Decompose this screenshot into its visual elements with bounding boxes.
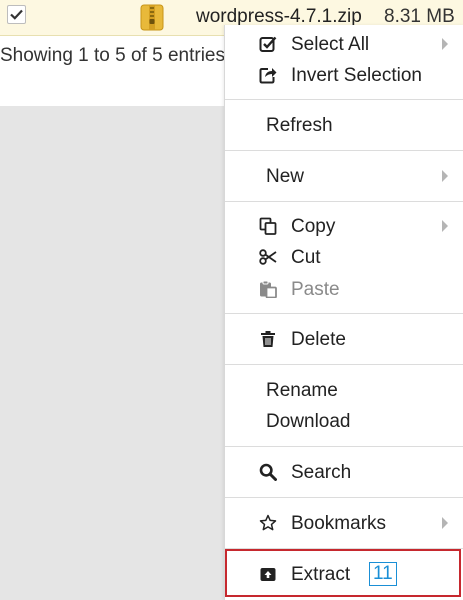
menu-item-delete[interactable]: Delete — [225, 324, 463, 355]
chevron-right-icon — [442, 220, 448, 232]
menu-divider — [225, 201, 463, 202]
menu-label: New — [266, 165, 305, 187]
menu-divider — [225, 364, 463, 365]
zip-file-icon — [140, 4, 164, 36]
menu-item-refresh[interactable]: Refresh — [225, 110, 463, 141]
checkmark-icon — [10, 9, 23, 20]
star-icon — [259, 514, 277, 532]
archive-icon — [259, 565, 277, 583]
menu-label: Download — [266, 410, 351, 432]
chevron-right-icon — [442, 38, 448, 50]
menu-item-select-all[interactable]: Select All — [225, 29, 463, 60]
menu-item-rename[interactable]: Rename — [225, 375, 463, 406]
menu-label: Rename — [266, 379, 338, 401]
check-square-icon — [259, 35, 277, 53]
menu-item-new[interactable]: New — [225, 161, 463, 192]
menu-item-extract[interactable]: Extract 11 — [225, 559, 463, 590]
menu-divider — [225, 150, 463, 151]
menu-divider — [225, 313, 463, 314]
menu-item-paste[interactable]: Paste — [225, 274, 463, 305]
menu-label: Delete — [291, 328, 346, 350]
menu-label: Bookmarks — [291, 512, 387, 534]
menu-label: Cut — [291, 246, 321, 268]
menu-label: Invert Selection — [291, 64, 422, 86]
search-icon — [259, 463, 277, 481]
menu-label: Refresh — [266, 114, 333, 136]
row-checkbox[interactable] — [7, 5, 26, 24]
share-square-icon — [259, 66, 277, 84]
scissors-icon — [259, 248, 277, 266]
menu-label: Select All — [291, 33, 370, 55]
trash-icon — [259, 330, 277, 348]
menu-divider — [225, 99, 463, 100]
context-menu: Select All Invert Selection Refresh New … — [224, 25, 463, 600]
menu-divider — [225, 497, 463, 498]
menu-label: Search — [291, 461, 352, 483]
menu-label: Extract — [291, 563, 351, 585]
copy-icon — [259, 217, 277, 235]
extract-step-badge: 11 — [369, 562, 397, 586]
paste-icon — [259, 280, 277, 298]
menu-item-invert-selection[interactable]: Invert Selection — [225, 60, 463, 91]
menu-item-cut[interactable]: Cut — [225, 242, 463, 273]
chevron-right-icon — [442, 170, 448, 182]
menu-item-search[interactable]: Search — [225, 457, 463, 488]
menu-item-download[interactable]: Download — [225, 406, 463, 437]
table-info-text: Showing 1 to 5 of 5 entries — [0, 45, 225, 66]
menu-item-bookmarks[interactable]: Bookmarks — [225, 508, 463, 539]
menu-item-copy[interactable]: Copy — [225, 211, 463, 242]
menu-label: Copy — [291, 215, 336, 237]
menu-divider — [225, 446, 463, 447]
menu-label: Paste — [291, 278, 340, 300]
chevron-right-icon — [442, 517, 448, 529]
